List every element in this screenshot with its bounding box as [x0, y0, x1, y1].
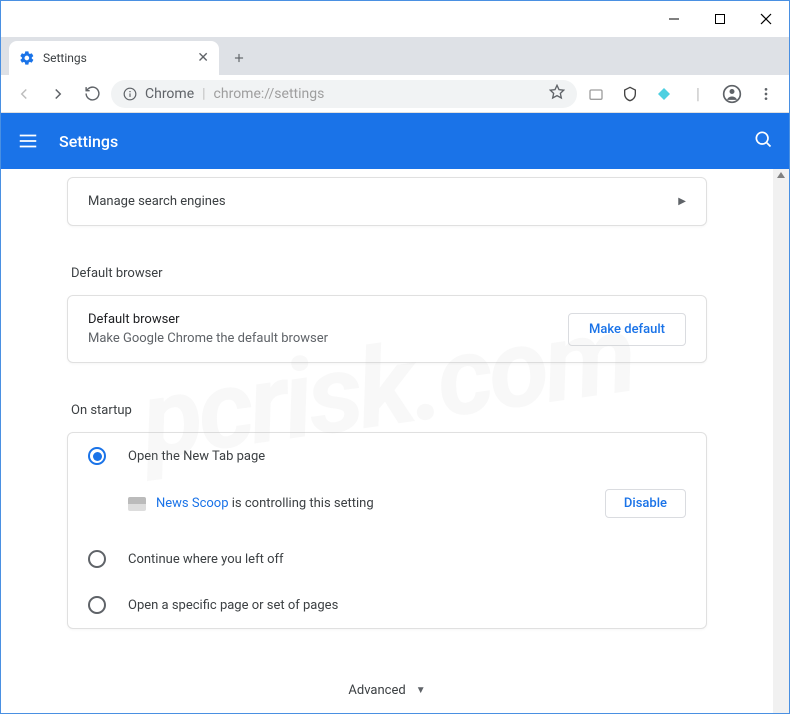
startup-card: Open the New Tab page News Scoop is cont… — [67, 432, 707, 629]
startup-option-specific-pages[interactable]: Open a specific page or set of pages — [68, 582, 706, 628]
extension-controlling-notice: News Scoop is controlling this setting D… — [68, 479, 706, 536]
extension-icon-1[interactable] — [581, 79, 611, 109]
news-scoop-icon — [128, 497, 146, 511]
extension-icon-diamond[interactable] — [649, 79, 679, 109]
disable-extension-button[interactable]: Disable — [605, 489, 686, 518]
startup-option-label: Continue where you left off — [128, 552, 284, 567]
radio-unselected-icon — [88, 550, 106, 568]
kebab-menu-icon[interactable] — [751, 79, 781, 109]
maximize-button[interactable] — [697, 1, 743, 37]
startup-section-title: On startup — [67, 387, 707, 432]
minimize-button[interactable] — [651, 1, 697, 37]
caret-down-icon: ▼ — [416, 685, 426, 696]
make-default-button[interactable]: Make default — [568, 313, 686, 346]
search-engines-card: Manage search engines ▶ — [67, 177, 707, 226]
page-title: Settings — [59, 132, 118, 151]
default-browser-card: Default browser Make Google Chrome the d… — [67, 295, 707, 363]
tab-title: Settings — [43, 51, 189, 65]
startup-option-label: Open a specific page or set of pages — [128, 598, 338, 613]
scrollbar[interactable] — [773, 169, 789, 713]
gear-icon — [19, 50, 35, 66]
tab-settings[interactable]: Settings ✕ — [9, 41, 219, 75]
info-icon — [123, 87, 137, 101]
settings-header: Settings — [1, 113, 789, 169]
omnibox[interactable]: Chrome | chrome://settings — [111, 80, 577, 108]
advanced-label: Advanced — [348, 683, 405, 698]
hamburger-icon[interactable] — [17, 130, 39, 152]
radio-unselected-icon — [88, 596, 106, 614]
extension-name-link[interactable]: News Scoop — [156, 496, 229, 511]
advanced-toggle[interactable]: Advanced ▼ — [67, 653, 707, 708]
startup-option-label: Open the New Tab page — [128, 449, 265, 464]
reload-button[interactable] — [77, 79, 107, 109]
extension-controlling-text: is controlling this setting — [232, 496, 374, 511]
scroll-up-arrow-icon[interactable] — [774, 171, 788, 179]
chevron-right-icon: ▶ — [678, 196, 686, 207]
radio-selected-icon — [88, 447, 106, 465]
default-browser-primary: Default browser — [88, 312, 328, 327]
toolbar-separator: | — [683, 79, 713, 109]
forward-button[interactable] — [43, 79, 73, 109]
profile-avatar-icon[interactable] — [717, 79, 747, 109]
startup-option-new-tab[interactable]: Open the New Tab page — [68, 433, 706, 479]
tab-strip: Settings ✕ — [1, 37, 789, 75]
default-browser-row: Default browser Make Google Chrome the d… — [68, 296, 706, 362]
close-icon[interactable]: ✕ — [197, 50, 209, 66]
manage-search-engines-row[interactable]: Manage search engines ▶ — [68, 178, 706, 225]
window-controls — [651, 1, 789, 37]
url-divider: | — [202, 86, 205, 102]
default-browser-secondary: Make Google Chrome the default browser — [88, 331, 328, 346]
url-scheme-label: Chrome — [145, 86, 194, 102]
address-bar: Chrome | chrome://settings | — [1, 75, 789, 113]
new-tab-button[interactable] — [225, 44, 253, 72]
startup-option-continue[interactable]: Continue where you left off — [68, 536, 706, 582]
url-text: chrome://settings — [214, 86, 325, 102]
browser-window: Settings ✕ .tabbar{margin-top:36px;} .ta… — [0, 0, 790, 714]
content-wrap: pcrisk.com Manage search engines ▶ Defau… — [1, 169, 789, 713]
settings-content: pcrisk.com Manage search engines ▶ Defau… — [1, 169, 773, 713]
manage-search-engines-label: Manage search engines — [88, 194, 226, 209]
bookmark-star-icon[interactable] — [549, 84, 565, 104]
search-icon[interactable] — [753, 129, 773, 153]
default-browser-section-title: Default browser — [67, 250, 707, 295]
extension-icon-shield[interactable] — [615, 79, 645, 109]
close-button[interactable] — [743, 1, 789, 37]
back-button[interactable] — [9, 79, 39, 109]
